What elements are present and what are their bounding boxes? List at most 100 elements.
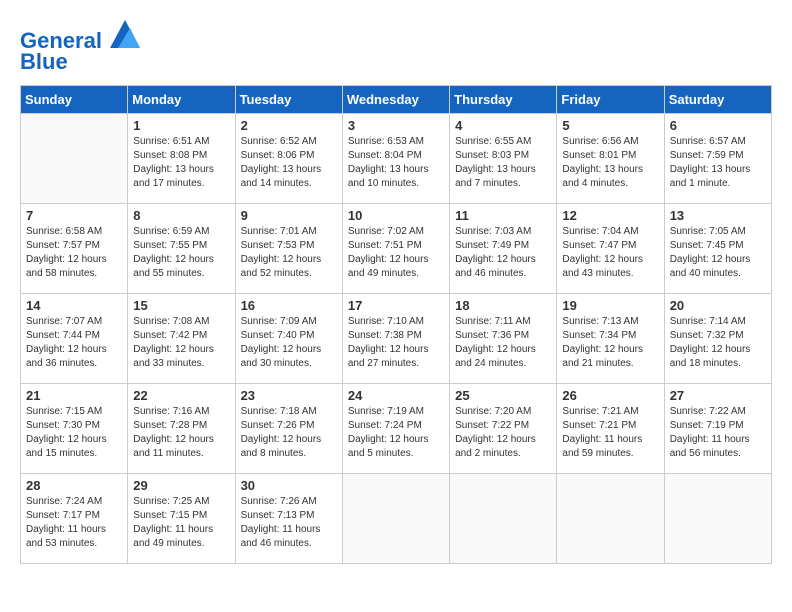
day-info: Sunrise: 6:51 AM Sunset: 8:08 PM Dayligh… — [133, 135, 229, 191]
day-info: Sunrise: 7:08 AM Sunset: 7:42 PM Dayligh… — [133, 315, 229, 371]
day-info: Sunrise: 7:05 AM Sunset: 7:45 PM Dayligh… — [670, 225, 766, 281]
week-row-1: 1 Sunrise: 6:51 AM Sunset: 8:08 PM Daylig… — [21, 114, 772, 204]
day-number: 6 — [670, 118, 766, 133]
day-number: 28 — [26, 478, 122, 493]
weekday-header-tuesday: Tuesday — [235, 86, 342, 114]
calendar-cell: 13 Sunrise: 7:05 AM Sunset: 7:45 PM Dayli… — [664, 204, 771, 294]
calendar-cell: 27 Sunrise: 7:22 AM Sunset: 7:19 PM Dayli… — [664, 384, 771, 474]
week-row-4: 21Sunrise: 7:15 AM Sunset: 7:30 PM Dayli… — [21, 384, 772, 474]
day-info: Sunrise: 7:10 AM Sunset: 7:38 PM Dayligh… — [348, 315, 444, 371]
calendar-cell: 22 Sunrise: 7:16 AM Sunset: 7:28 PM Dayli… — [128, 384, 235, 474]
calendar-cell: 3Sunrise: 6:53 AM Sunset: 8:04 PM Daylig… — [342, 114, 449, 204]
weekday-header-thursday: Thursday — [450, 86, 557, 114]
day-number: 2 — [241, 118, 337, 133]
day-number: 18 — [455, 298, 551, 313]
calendar-cell: 16 Sunrise: 7:09 AM Sunset: 7:40 PM Dayli… — [235, 294, 342, 384]
day-number: 24 — [348, 388, 444, 403]
calendar-cell: 20 Sunrise: 7:14 AM Sunset: 7:32 PM Dayli… — [664, 294, 771, 384]
day-number: 19 — [562, 298, 658, 313]
day-number: 29 — [133, 478, 229, 493]
day-number: 22 — [133, 388, 229, 403]
weekday-header-friday: Friday — [557, 86, 664, 114]
day-number: 4 — [455, 118, 551, 133]
day-info: Sunrise: 7:14 AM Sunset: 7:32 PM Dayligh… — [670, 315, 766, 371]
day-number: 13 — [670, 208, 766, 223]
calendar-cell: 4Sunrise: 6:55 AM Sunset: 8:03 PM Daylig… — [450, 114, 557, 204]
calendar-cell: 10 Sunrise: 7:02 AM Sunset: 7:51 PM Dayli… — [342, 204, 449, 294]
day-number: 9 — [241, 208, 337, 223]
calendar-cell: 1 Sunrise: 6:51 AM Sunset: 8:08 PM Daylig… — [128, 114, 235, 204]
day-info: Sunrise: 7:18 AM Sunset: 7:26 PM Dayligh… — [241, 405, 337, 461]
logo: General Blue — [20, 20, 140, 75]
day-info: Sunrise: 6:57 AM Sunset: 7:59 PM Dayligh… — [670, 135, 766, 191]
calendar-cell: 26Sunrise: 7:21 AM Sunset: 7:21 PM Dayli… — [557, 384, 664, 474]
day-info: Sunrise: 7:01 AM Sunset: 7:53 PM Dayligh… — [241, 225, 337, 281]
day-info: Sunrise: 7:21 AM Sunset: 7:21 PM Dayligh… — [562, 405, 658, 461]
calendar-cell: 8 Sunrise: 6:59 AM Sunset: 7:55 PM Daylig… — [128, 204, 235, 294]
page-header: General Blue — [20, 20, 772, 75]
calendar-cell: 19 Sunrise: 7:13 AM Sunset: 7:34 PM Dayli… — [557, 294, 664, 384]
day-number: 7 — [26, 208, 122, 223]
calendar-cell: 7 Sunrise: 6:58 AM Sunset: 7:57 PM Daylig… — [21, 204, 128, 294]
calendar-cell — [450, 474, 557, 564]
calendar-cell: 9 Sunrise: 7:01 AM Sunset: 7:53 PM Daylig… — [235, 204, 342, 294]
calendar-cell: 12Sunrise: 7:04 AM Sunset: 7:47 PM Dayli… — [557, 204, 664, 294]
day-info: Sunrise: 7:24 AM Sunset: 7:17 PM Dayligh… — [26, 495, 122, 551]
day-number: 16 — [241, 298, 337, 313]
day-info: Sunrise: 7:04 AM Sunset: 7:47 PM Dayligh… — [562, 225, 658, 281]
week-row-2: 7 Sunrise: 6:58 AM Sunset: 7:57 PM Daylig… — [21, 204, 772, 294]
calendar-cell: 11Sunrise: 7:03 AM Sunset: 7:49 PM Dayli… — [450, 204, 557, 294]
day-info: Sunrise: 6:56 AM Sunset: 8:01 PM Dayligh… — [562, 135, 658, 191]
calendar-cell — [664, 474, 771, 564]
calendar-cell: 25Sunrise: 7:20 AM Sunset: 7:22 PM Dayli… — [450, 384, 557, 474]
day-number: 3 — [348, 118, 444, 133]
weekday-header-wednesday: Wednesday — [342, 86, 449, 114]
day-info: Sunrise: 7:02 AM Sunset: 7:51 PM Dayligh… — [348, 225, 444, 281]
day-number: 14 — [26, 298, 122, 313]
calendar-cell: 29 Sunrise: 7:25 AM Sunset: 7:15 PM Dayli… — [128, 474, 235, 564]
day-number: 20 — [670, 298, 766, 313]
day-info: Sunrise: 7:09 AM Sunset: 7:40 PM Dayligh… — [241, 315, 337, 371]
day-number: 23 — [241, 388, 337, 403]
calendar-table: SundayMondayTuesdayWednesdayThursdayFrid… — [20, 85, 772, 564]
day-number: 1 — [133, 118, 229, 133]
weekday-header-monday: Monday — [128, 86, 235, 114]
calendar-cell: 24 Sunrise: 7:19 AM Sunset: 7:24 PM Dayli… — [342, 384, 449, 474]
calendar-cell — [21, 114, 128, 204]
day-number: 17 — [348, 298, 444, 313]
calendar-cell: 15Sunrise: 7:08 AM Sunset: 7:42 PM Dayli… — [128, 294, 235, 384]
day-info: Sunrise: 7:11 AM Sunset: 7:36 PM Dayligh… — [455, 315, 551, 371]
day-info: Sunrise: 7:20 AM Sunset: 7:22 PM Dayligh… — [455, 405, 551, 461]
day-info: Sunrise: 7:15 AM Sunset: 7:30 PM Dayligh… — [26, 405, 122, 461]
calendar-cell — [557, 474, 664, 564]
day-info: Sunrise: 6:59 AM Sunset: 7:55 PM Dayligh… — [133, 225, 229, 281]
calendar-cell — [342, 474, 449, 564]
day-info: Sunrise: 6:52 AM Sunset: 8:06 PM Dayligh… — [241, 135, 337, 191]
calendar-cell: 5 Sunrise: 6:56 AM Sunset: 8:01 PM Daylig… — [557, 114, 664, 204]
day-info: Sunrise: 6:58 AM Sunset: 7:57 PM Dayligh… — [26, 225, 122, 281]
calendar-cell: 6 Sunrise: 6:57 AM Sunset: 7:59 PM Daylig… — [664, 114, 771, 204]
logo-icon — [110, 20, 140, 48]
day-number: 27 — [670, 388, 766, 403]
calendar-cell: 18 Sunrise: 7:11 AM Sunset: 7:36 PM Dayli… — [450, 294, 557, 384]
day-info: Sunrise: 7:19 AM Sunset: 7:24 PM Dayligh… — [348, 405, 444, 461]
calendar-cell: 14 Sunrise: 7:07 AM Sunset: 7:44 PM Dayli… — [21, 294, 128, 384]
week-row-3: 14 Sunrise: 7:07 AM Sunset: 7:44 PM Dayli… — [21, 294, 772, 384]
calendar-cell: 28 Sunrise: 7:24 AM Sunset: 7:17 PM Dayli… — [21, 474, 128, 564]
day-number: 30 — [241, 478, 337, 493]
calendar-cell: 30 Sunrise: 7:26 AM Sunset: 7:13 PM Dayli… — [235, 474, 342, 564]
day-info: Sunrise: 7:03 AM Sunset: 7:49 PM Dayligh… — [455, 225, 551, 281]
weekday-header-sunday: Sunday — [21, 86, 128, 114]
day-info: Sunrise: 7:22 AM Sunset: 7:19 PM Dayligh… — [670, 405, 766, 461]
day-info: Sunrise: 7:25 AM Sunset: 7:15 PM Dayligh… — [133, 495, 229, 551]
calendar-cell: 23 Sunrise: 7:18 AM Sunset: 7:26 PM Dayli… — [235, 384, 342, 474]
calendar-cell: 21Sunrise: 7:15 AM Sunset: 7:30 PM Dayli… — [21, 384, 128, 474]
day-number: 8 — [133, 208, 229, 223]
day-info: Sunrise: 7:26 AM Sunset: 7:13 PM Dayligh… — [241, 495, 337, 551]
day-info: Sunrise: 7:13 AM Sunset: 7:34 PM Dayligh… — [562, 315, 658, 371]
day-number: 5 — [562, 118, 658, 133]
calendar-header-row: SundayMondayTuesdayWednesdayThursdayFrid… — [21, 86, 772, 114]
day-number: 10 — [348, 208, 444, 223]
day-info: Sunrise: 7:16 AM Sunset: 7:28 PM Dayligh… — [133, 405, 229, 461]
day-info: Sunrise: 7:07 AM Sunset: 7:44 PM Dayligh… — [26, 315, 122, 371]
